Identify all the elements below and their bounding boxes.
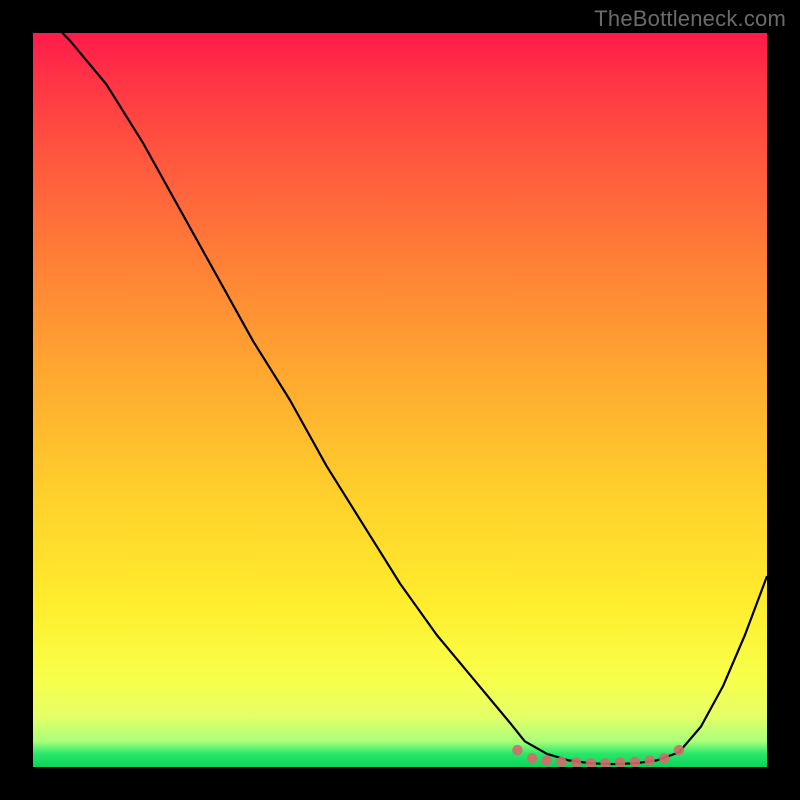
watermark-text: TheBottleneck.com — [594, 6, 786, 32]
plot-area — [33, 33, 767, 767]
background-gradient — [33, 33, 767, 767]
chart-container: TheBottleneck.com — [0, 0, 800, 800]
